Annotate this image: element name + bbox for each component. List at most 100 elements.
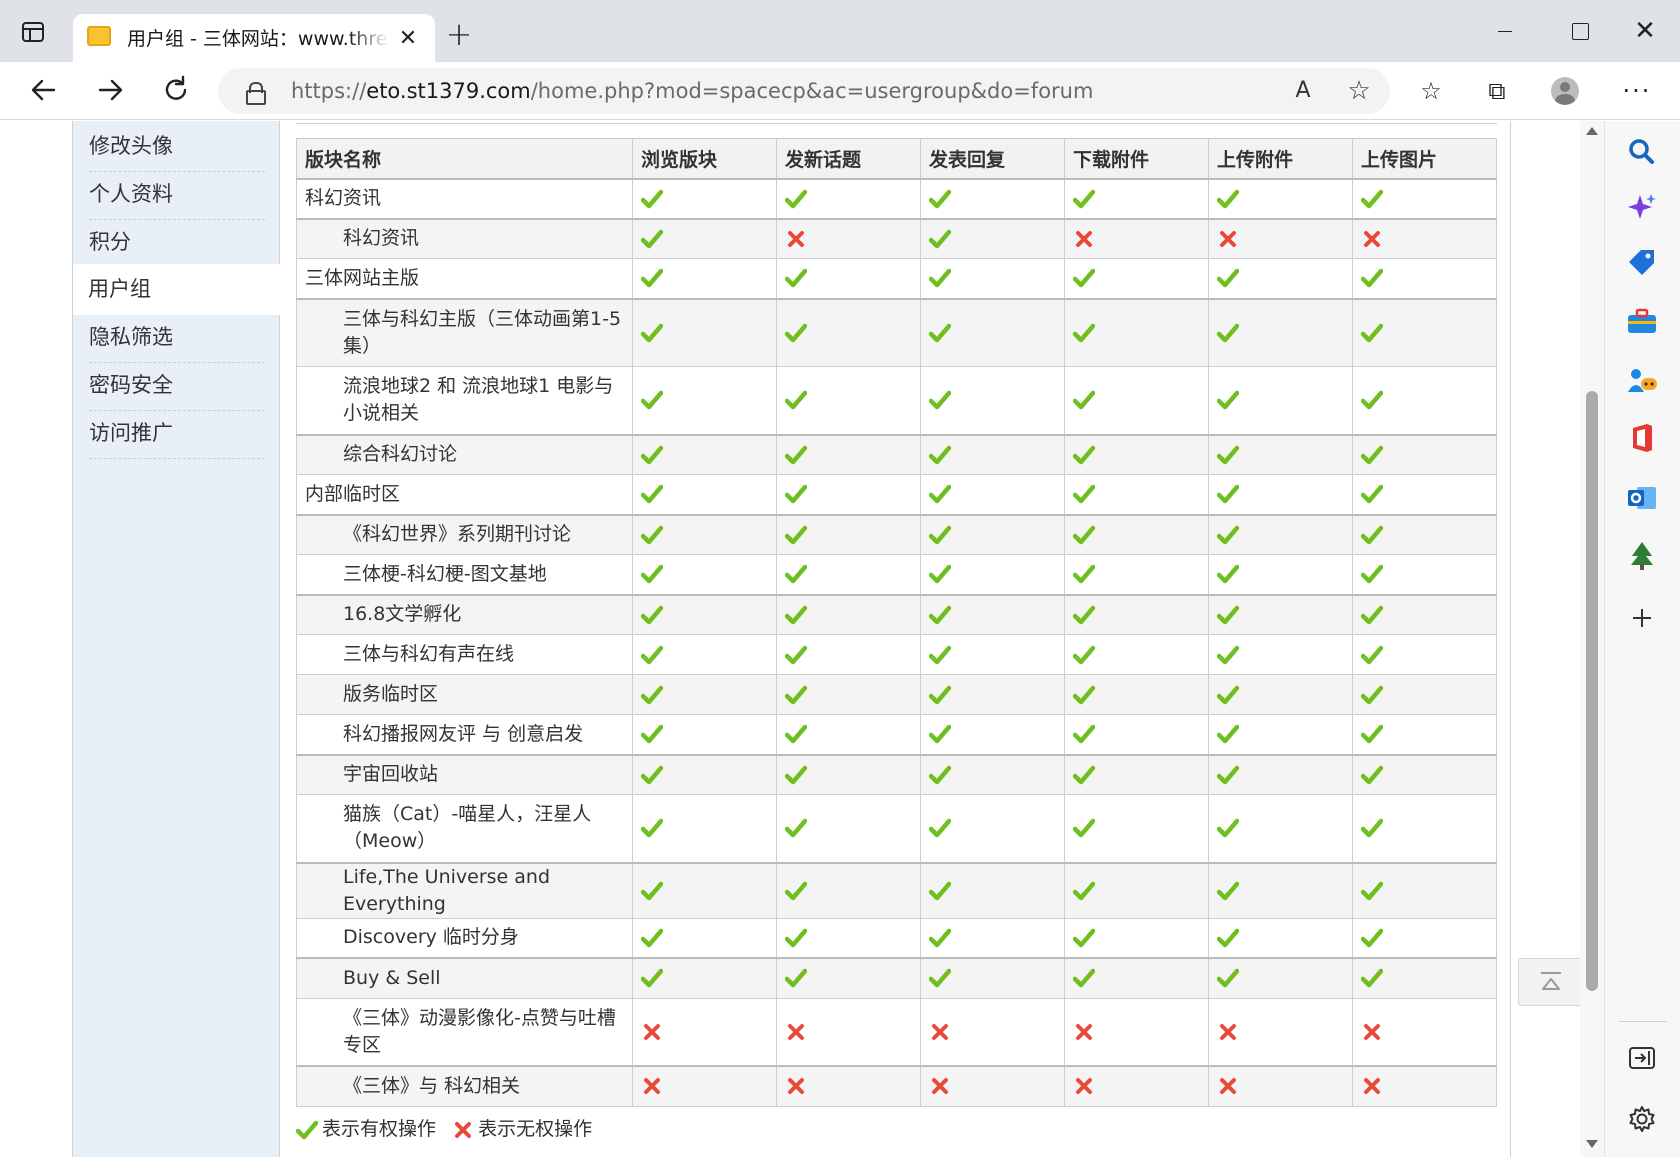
scroll-up-arrow[interactable] xyxy=(1586,127,1598,135)
permission-cell xyxy=(1208,217,1353,259)
refresh-button[interactable] xyxy=(156,70,196,110)
tree-icon[interactable] xyxy=(1625,539,1659,573)
check-icon xyxy=(1361,605,1383,625)
check-icon xyxy=(929,189,951,209)
permission-cell xyxy=(1352,366,1497,435)
back-to-top-button[interactable] xyxy=(1518,958,1580,1006)
browser-tab[interactable]: 用户组 - 三体网站：www.threebody.com ✕ xyxy=(73,14,435,64)
permission-cell xyxy=(1064,217,1209,259)
office-icon[interactable] xyxy=(1625,421,1659,455)
check-icon xyxy=(641,323,663,343)
permission-cell xyxy=(1208,714,1353,755)
tab-actions-icon[interactable] xyxy=(22,22,44,42)
check-icon xyxy=(1217,928,1239,948)
url-path: /home.php?mod=spacecp&ac=usergroup&do=fo… xyxy=(530,79,1094,103)
side-menu-item-usergroup[interactable]: 用户组 xyxy=(73,264,280,315)
permission-cell xyxy=(776,433,921,475)
new-tab-button[interactable]: + xyxy=(444,18,474,50)
check-icon xyxy=(1073,881,1095,901)
tab-title: 用户组 - 三体网站：www.threebody.com xyxy=(127,26,389,52)
cross-icon xyxy=(1361,1022,1383,1042)
side-menu-item-promotion[interactable]: 访问推广 xyxy=(89,408,265,459)
check-icon xyxy=(785,323,807,343)
forum-name: 宇宙回收站 xyxy=(296,753,633,795)
cross-icon xyxy=(641,1022,663,1042)
games-icon[interactable] xyxy=(1625,364,1659,398)
cross-icon xyxy=(785,229,807,249)
more-options-icon[interactable]: ··· xyxy=(1620,74,1654,108)
check-icon xyxy=(641,390,663,410)
back-button[interactable] xyxy=(24,70,64,110)
search-icon[interactable] xyxy=(1625,135,1659,169)
side-menu-item-avatar[interactable]: 修改头像 xyxy=(89,121,265,172)
legend-deny-text: 表示无权操作 xyxy=(478,1118,593,1140)
hide-sidebar-icon[interactable] xyxy=(1625,1041,1659,1075)
window-close-button[interactable]: ✕ xyxy=(1630,16,1660,46)
permission-cell xyxy=(776,217,921,259)
outlook-icon[interactable] xyxy=(1625,481,1659,515)
check-icon xyxy=(1217,818,1239,838)
address-bar[interactable]: https://eto.st1379.com/home.php?mod=spac… xyxy=(218,68,1390,114)
check-icon xyxy=(1361,323,1383,343)
permission-cell xyxy=(1352,957,1497,999)
settings-gear-icon[interactable] xyxy=(1625,1102,1659,1136)
permission-cell xyxy=(776,178,921,219)
check-icon xyxy=(785,189,807,209)
side-menu-item-password[interactable]: 密码安全 xyxy=(89,360,265,411)
permission-cell xyxy=(776,554,921,595)
check-icon xyxy=(785,645,807,665)
check-icon xyxy=(929,323,951,343)
permission-cell xyxy=(1352,513,1497,555)
table-row: 内部临时区 xyxy=(296,474,1497,515)
tab-close-icon[interactable]: ✕ xyxy=(395,26,421,52)
favorites-icon[interactable]: ☆ xyxy=(1414,74,1448,108)
permission-cell xyxy=(920,513,1065,555)
page-scrollbar[interactable] xyxy=(1580,121,1604,1157)
cross-icon xyxy=(1073,1022,1095,1042)
copilot-sparkle-icon[interactable] xyxy=(1625,191,1659,225)
add-favorite-icon[interactable]: ☆ xyxy=(1344,76,1374,106)
check-icon xyxy=(641,484,663,504)
cross-icon xyxy=(1361,1076,1383,1096)
check-icon xyxy=(641,564,663,584)
check-icon xyxy=(929,390,951,410)
side-menu-item-credits[interactable]: 积分 xyxy=(89,217,265,268)
check-icon xyxy=(785,390,807,410)
permission-cell xyxy=(1208,861,1353,919)
url-text[interactable]: https://eto.st1379.com/home.php?mod=spac… xyxy=(291,78,1093,104)
permission-cell xyxy=(920,366,1065,435)
add-sidebar-app-icon[interactable] xyxy=(1625,601,1659,635)
settings-side-menu: 修改头像 个人资料 积分 用户组 隐私筛选 密码安全 访问推广 xyxy=(72,121,280,1157)
permission-cell xyxy=(1352,297,1497,367)
profile-avatar-icon[interactable] xyxy=(1548,74,1582,108)
permission-cell xyxy=(1352,593,1497,635)
scroll-thumb[interactable] xyxy=(1586,391,1598,991)
forward-button[interactable] xyxy=(90,70,130,110)
window-minimize-button[interactable] xyxy=(1490,18,1520,44)
collections-icon[interactable]: ⧉ xyxy=(1480,74,1514,108)
tools-briefcase-icon[interactable] xyxy=(1625,305,1659,339)
lock-icon[interactable] xyxy=(246,82,266,105)
check-icon xyxy=(1073,645,1095,665)
forum-name: 三体网站主版 xyxy=(296,258,633,299)
check-icon xyxy=(929,268,951,288)
shopping-tag-icon[interactable] xyxy=(1625,246,1659,280)
forum-name: 科幻播报网友评 与 创意启发 xyxy=(296,714,633,755)
check-icon xyxy=(785,968,807,988)
window-maximize-button[interactable] xyxy=(1564,20,1594,46)
check-icon xyxy=(1073,268,1095,288)
check-icon xyxy=(929,818,951,838)
permission-cell xyxy=(776,366,921,435)
read-aloud-icon[interactable]: A xyxy=(1288,78,1318,104)
permission-cell xyxy=(920,861,1065,919)
legend-allow-text: 表示有权操作 xyxy=(322,1118,437,1140)
permission-cell xyxy=(1064,258,1209,299)
permission-cell xyxy=(632,217,777,259)
table-row: 猫族（Cat）-喵星人，汪星人（Meow） xyxy=(296,794,1497,863)
side-menu-item-profile[interactable]: 个人资料 xyxy=(89,169,265,220)
scroll-down-arrow[interactable] xyxy=(1586,1140,1598,1148)
check-icon xyxy=(785,818,807,838)
permission-cell xyxy=(1208,593,1353,635)
column-header: 上传附件 xyxy=(1208,138,1353,180)
side-menu-item-privacy[interactable]: 隐私筛选 xyxy=(89,312,265,363)
